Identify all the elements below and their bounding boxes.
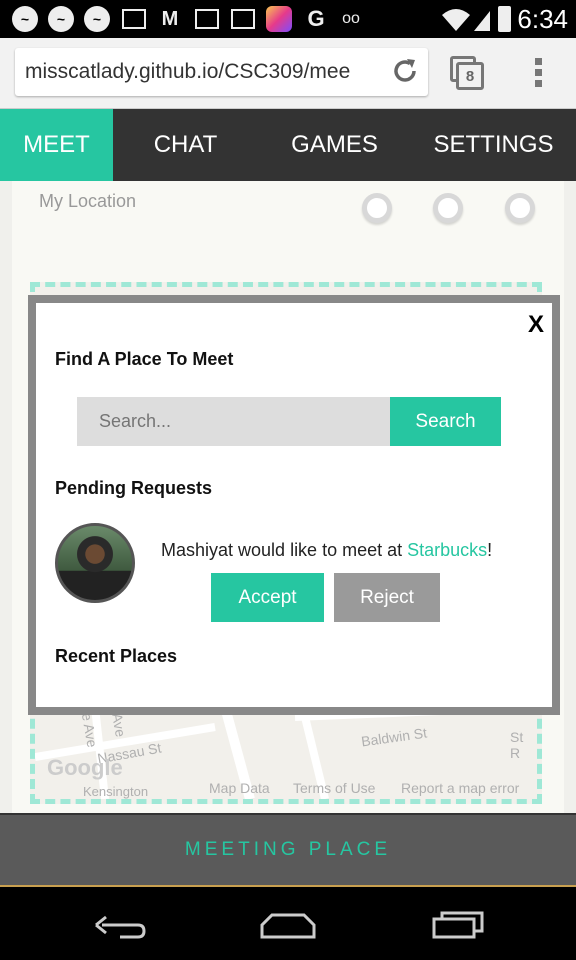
browser-toolbar: misscatlady.github.io/CSC309/mee 8 [0,38,576,109]
battery-icon [498,6,511,32]
map-label-st: St R [510,729,524,761]
tab-count: 8 [456,62,484,90]
google-icon: G [307,6,325,31]
map-data-link[interactable]: Map Data [209,780,270,796]
recent-places-heading: Recent Places [55,646,178,666]
reject-button[interactable]: Reject [334,573,440,622]
mail-icon [231,9,255,29]
request-punctuation: ! [487,540,493,560]
image-icon [122,9,146,29]
recent-apps-icon[interactable] [430,909,486,941]
google-logo: Google [47,755,123,780]
tab-meet[interactable]: MEET [0,109,113,181]
url-text: misscatlady.github.io/CSC309/mee [25,60,351,83]
report-map-error-link[interactable]: Report a map error [401,780,519,796]
tab-chat[interactable]: CHAT [113,109,258,181]
url-field[interactable]: misscatlady.github.io/CSC309/mee [15,48,428,96]
close-button[interactable]: X [528,311,544,339]
camera-icon [195,9,219,29]
terms-link[interactable]: Terms of Use [293,780,375,796]
instagram-icon [266,6,292,32]
requester-name: Mashiyat [161,540,234,560]
tab-games[interactable]: GAMES [258,109,411,181]
location-option-radio[interactable] [433,193,463,223]
location-option-radio[interactable] [362,193,392,223]
location-option-radio[interactable] [505,193,535,223]
meeting-place-bar[interactable]: MEETING PLACE [0,813,576,887]
request-message: would like to meet at [233,540,408,560]
gmail-icon: M [161,7,179,30]
pending-requests-heading: Pending Requests [55,478,213,498]
accept-button[interactable]: Accept [211,573,324,622]
request-place-link[interactable]: Starbucks [407,540,487,560]
search-input[interactable] [77,397,390,446]
messenger-icon: ~ [84,6,110,32]
avatar [55,523,135,603]
tab-settings[interactable]: SETTINGS [411,109,576,181]
search-button[interactable]: Search [390,397,501,446]
meet-modal: X Find A Place To Meet Search Pending Re… [28,295,560,715]
wifi-icon [442,9,490,31]
map-label-kensington: Kensington [83,784,149,799]
voicemail-icon: oo [342,10,360,27]
reload-icon[interactable] [390,56,420,86]
main-nav: MEET CHAT GAMES SETTINGS [0,109,576,181]
home-icon[interactable] [258,911,318,941]
meeting-place-label: MEETING PLACE [184,839,392,860]
tab-switcher-button[interactable]: 8 [450,56,484,90]
my-location-label: My Location [39,191,137,211]
status-bar: ~ ~ ~ M G oo 6:34 [0,0,576,38]
system-nav-bar [0,887,576,960]
request-text: Mashiyat would like to meet at Starbucks… [161,540,492,561]
find-place-heading: Find A Place To Meet [55,349,234,369]
messenger-icon: ~ [12,6,38,32]
messenger-icon: ~ [48,6,74,32]
clock: 6:34 [517,4,568,34]
overflow-menu-icon[interactable] [535,58,543,88]
back-icon[interactable] [92,911,148,941]
